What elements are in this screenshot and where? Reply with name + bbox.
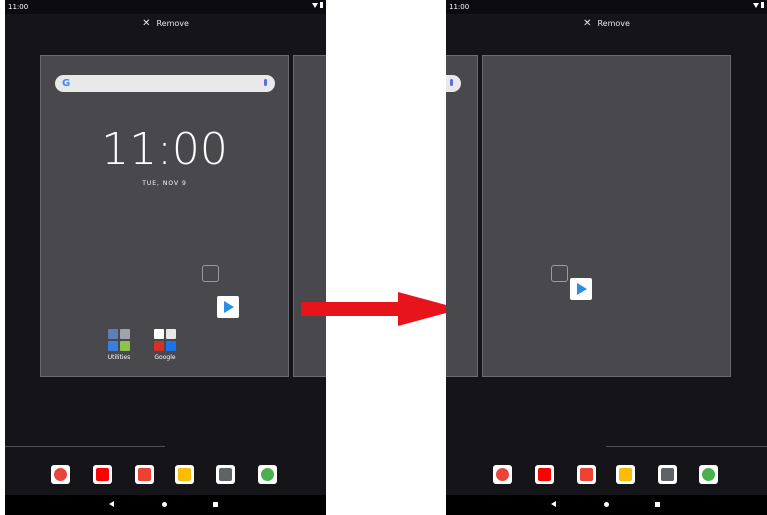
status-time: 11:00 xyxy=(449,3,470,11)
play-store-icon[interactable] xyxy=(570,278,592,300)
mic-icon[interactable] xyxy=(264,79,267,86)
folder-google[interactable] xyxy=(154,329,176,351)
transition-arrow xyxy=(301,292,461,326)
chrome-icon[interactable] xyxy=(493,465,512,484)
folder-label-google: Google xyxy=(154,354,176,361)
recents-icon[interactable] xyxy=(213,502,218,507)
wifi-icon xyxy=(753,2,759,8)
back-icon[interactable] xyxy=(551,501,556,507)
system-icons xyxy=(312,2,323,8)
status-bar: 11:00 xyxy=(5,0,326,14)
search-bar[interactable]: G xyxy=(55,75,275,92)
divider xyxy=(5,446,165,447)
system-icons xyxy=(753,2,764,8)
photos-icon[interactable] xyxy=(616,465,635,484)
back-icon[interactable] xyxy=(109,501,114,507)
camera-icon[interactable] xyxy=(658,465,677,484)
home-icon[interactable] xyxy=(604,502,609,507)
youtube-icon[interactable] xyxy=(535,465,554,484)
youtube-icon[interactable] xyxy=(93,465,112,484)
remove-label: Remove xyxy=(156,19,189,28)
divider xyxy=(606,446,767,447)
status-bar: 11:00 xyxy=(446,0,767,14)
arrow-shape xyxy=(301,292,461,326)
blank-preview-card[interactable] xyxy=(482,55,731,377)
settings-icon[interactable] xyxy=(699,465,718,484)
remove-button[interactable]: ✕ Remove xyxy=(446,18,767,29)
home-preview-card[interactable]: G 11:00 TUE, NOV 9 Utilities Google xyxy=(40,55,289,377)
drop-target-icon xyxy=(551,265,568,282)
folder-label-utilities: Utilities xyxy=(107,354,131,361)
settings-icon[interactable] xyxy=(258,465,277,484)
folder-app-icon xyxy=(120,329,130,339)
mic-icon xyxy=(450,79,453,86)
folder-app-icon xyxy=(108,329,118,339)
clock-widget[interactable]: 11:00 xyxy=(41,124,288,175)
photos-icon[interactable] xyxy=(175,465,194,484)
folder-app-icon xyxy=(108,341,118,351)
folder-app-icon xyxy=(154,329,164,339)
left-screen: 11:00 ✕ Remove G 11:00 TUE, NOV 9 Utiliti… xyxy=(5,0,326,515)
folder-app-icon xyxy=(166,341,176,351)
right-screen: 11:00 ✕ Remove xyxy=(446,0,767,515)
folder-utilities[interactable] xyxy=(108,329,130,351)
previous-preview-card[interactable] xyxy=(446,55,478,377)
wifi-icon xyxy=(312,2,318,8)
recents-icon[interactable] xyxy=(655,502,660,507)
gmail-icon[interactable] xyxy=(135,465,154,484)
battery-icon xyxy=(320,2,323,8)
navigation-bar xyxy=(5,495,326,515)
gmail-icon[interactable] xyxy=(577,465,596,484)
camera-icon[interactable] xyxy=(216,465,235,484)
close-icon: ✕ xyxy=(142,18,151,29)
folder-app-icon xyxy=(166,329,176,339)
play-store-icon[interactable] xyxy=(217,296,239,318)
chrome-icon[interactable] xyxy=(51,465,70,484)
folder-app-icon xyxy=(120,341,130,351)
remove-label: Remove xyxy=(597,19,630,28)
home-icon[interactable] xyxy=(162,502,167,507)
folder-app-icon xyxy=(154,341,164,351)
search-bar[interactable] xyxy=(446,75,461,92)
close-icon: ✕ xyxy=(583,18,592,29)
status-time: 11:00 xyxy=(8,3,29,11)
navigation-bar xyxy=(446,495,767,515)
date-label: TUE, NOV 9 xyxy=(142,180,187,187)
drop-target-icon xyxy=(202,265,219,282)
battery-icon xyxy=(761,2,764,8)
google-g-icon: G xyxy=(62,78,71,89)
remove-button[interactable]: ✕ Remove xyxy=(5,18,326,29)
